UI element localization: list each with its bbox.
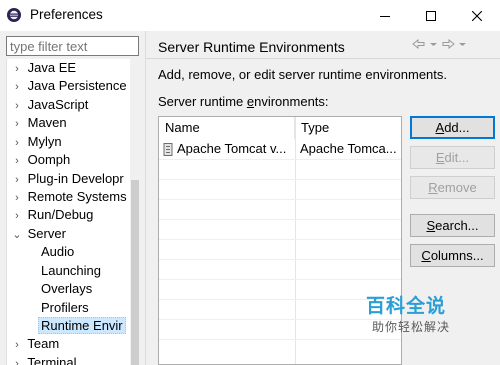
expand-icon[interactable]: ›: [10, 336, 24, 354]
edit-button[interactable]: Edit...: [410, 146, 495, 169]
column-header-name[interactable]: Name: [159, 117, 295, 139]
watermark-subtitle: 助你轻松解决: [372, 320, 451, 334]
table-row[interactable]: Apache Tomcat v...: [163, 139, 293, 159]
tree-item-maven[interactable]: › Maven: [7, 114, 67, 132]
maximize-button[interactable]: [408, 0, 454, 31]
close-button[interactable]: [454, 0, 500, 31]
eclipse-icon: [7, 8, 21, 22]
pane-divider[interactable]: [145, 31, 146, 365]
server-icon: [163, 143, 173, 157]
tree-item-runtime-environments[interactable]: Runtime Envir: [7, 317, 126, 335]
remove-button[interactable]: Remove: [410, 176, 495, 199]
runtime-list-label: Server runtime environments:: [158, 94, 329, 109]
expand-icon[interactable]: ›: [10, 134, 24, 152]
tree-item-team[interactable]: › Team: [7, 335, 59, 353]
tree-item-remote-systems[interactable]: › Remote Systems: [7, 188, 126, 207]
tree-item-server[interactable]: ⌄ Server: [7, 225, 66, 243]
watermark-title: 百科全说: [366, 296, 447, 317]
watermark-logo: 百科全说 助你轻松解决: [338, 287, 468, 339]
expand-icon[interactable]: ›: [10, 115, 24, 133]
tree-item-audio[interactable]: Audio: [7, 243, 74, 261]
window-title: Preferences: [30, 7, 103, 22]
minimize-button[interactable]: [362, 0, 408, 31]
tree-item-run-debug[interactable]: › Run/Debug: [7, 206, 93, 224]
table-cell-name: Apache Tomcat v...: [177, 141, 287, 156]
expand-icon[interactable]: ›: [10, 152, 24, 170]
expand-icon[interactable]: ›: [10, 171, 24, 189]
forward-menu-icon[interactable]: [459, 39, 466, 49]
header-separator: [146, 58, 500, 59]
expand-icon[interactable]: ›: [10, 78, 24, 96]
page-header: Server Runtime Environments: [146, 31, 500, 59]
back-arrow-icon[interactable]: [412, 39, 426, 49]
add-button[interactable]: Add...: [410, 116, 495, 139]
page-title: Server Runtime Environments: [158, 39, 345, 55]
minimize-icon: [380, 15, 390, 17]
collapse-icon[interactable]: ⌄: [10, 226, 24, 244]
expand-icon[interactable]: ›: [10, 60, 24, 78]
column-header-type[interactable]: Type: [295, 117, 401, 139]
search-button[interactable]: Search...: [410, 214, 495, 237]
back-menu-icon[interactable]: [430, 39, 437, 49]
expand-icon[interactable]: ›: [10, 189, 24, 207]
tree-item-mylyn[interactable]: › Mylyn: [7, 133, 61, 152]
tree-item-plugin-development[interactable]: › Plug-in Developr: [7, 170, 124, 188]
tree-item-oomph[interactable]: › Oomph: [7, 151, 70, 169]
history-navigation: [412, 39, 466, 49]
tree-scrollbar[interactable]: [130, 59, 139, 365]
tree-item-java-persistence[interactable]: › Java Persistence: [7, 77, 126, 96]
filter-input[interactable]: [6, 36, 139, 56]
expand-icon[interactable]: ›: [10, 207, 24, 225]
expand-icon[interactable]: ›: [10, 97, 24, 115]
tree-item-launching[interactable]: Launching: [7, 262, 101, 280]
tree-scrollbar-thumb[interactable]: [131, 180, 139, 365]
dialog-body: › Java EE › Java Persistence › JavaScrip…: [0, 31, 500, 365]
page-description: Add, remove, or edit server runtime envi…: [158, 67, 448, 82]
table-cell-type[interactable]: Apache Tomca...: [300, 139, 400, 159]
tree-item-java-ee[interactable]: › Java EE: [7, 59, 76, 77]
tree-item-javascript[interactable]: › JavaScript: [7, 96, 88, 114]
expand-icon[interactable]: ›: [10, 355, 24, 365]
tree-item-profilers[interactable]: Profilers: [7, 299, 89, 317]
tree-item-overlays[interactable]: Overlays: [7, 280, 92, 298]
title-bar: Preferences: [0, 0, 500, 31]
preferences-tree: › Java EE › Java Persistence › JavaScrip…: [6, 59, 139, 365]
maximize-icon: [426, 10, 436, 21]
forward-arrow-icon[interactable]: [441, 39, 455, 49]
close-icon: [472, 10, 482, 21]
tree-item-terminal[interactable]: › Terminal: [7, 354, 76, 365]
columns-button[interactable]: Columns...: [410, 244, 495, 267]
column-separator: [295, 117, 296, 364]
